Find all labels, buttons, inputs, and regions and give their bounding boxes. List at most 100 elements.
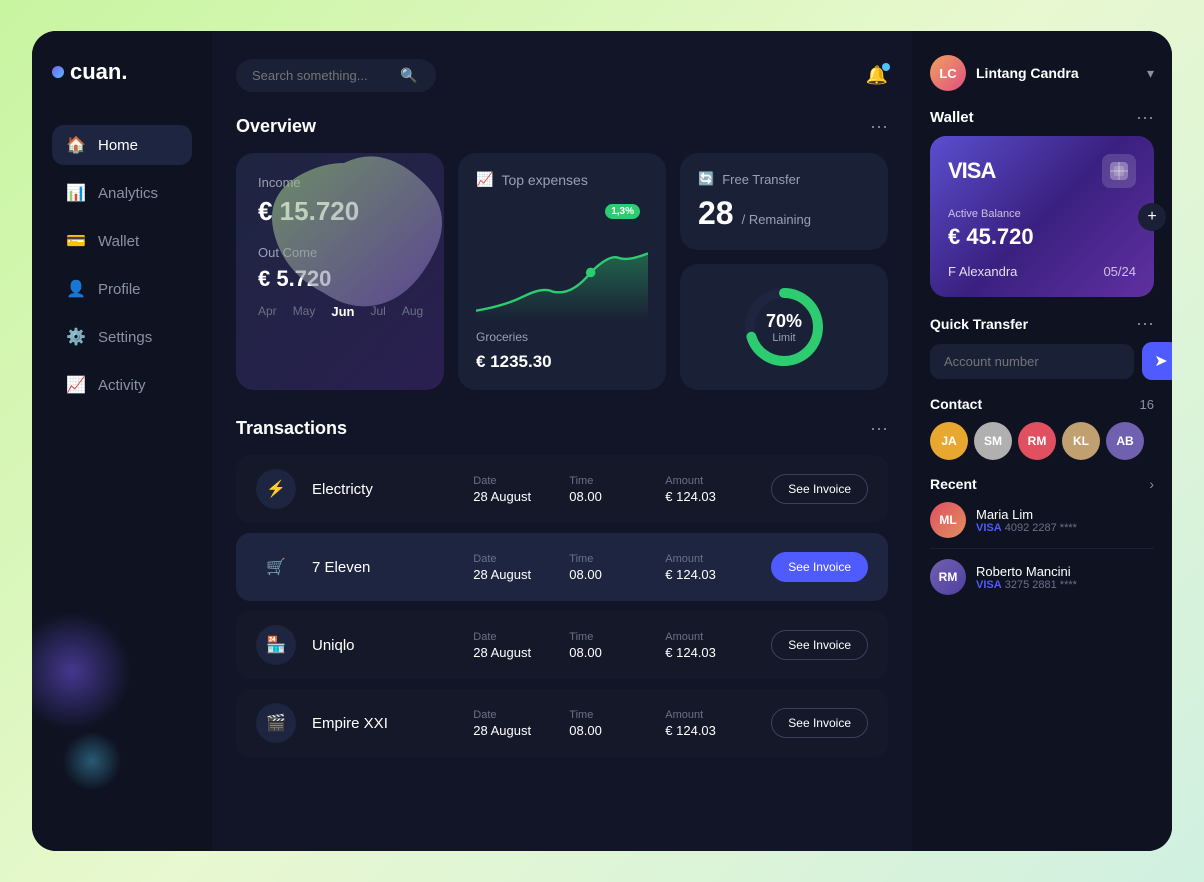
sidebar-item-label-activity: Activity <box>98 377 146 394</box>
contact-count: 16 <box>1140 397 1154 412</box>
sidebar-item-settings[interactable]: ⚙️ Settings <box>52 317 192 357</box>
notification-bell[interactable]: 🔔 <box>866 65 888 86</box>
invoice-btn-3[interactable]: See Invoice <box>771 630 868 660</box>
tx-name-uniqlo: Uniqlo <box>312 637 457 654</box>
tx-icon-empire: 🎬 <box>256 703 296 743</box>
account-number-input[interactable] <box>930 344 1134 379</box>
contact-avatar[interactable]: AB <box>1106 422 1144 460</box>
logo-text: cuan. <box>70 59 127 85</box>
credit-card: VISA Active Balance € 45.720 <box>930 136 1154 297</box>
recent-section: Recent › ML Maria Lim VISA 4092 2287 ***… <box>930 476 1154 605</box>
tx-icon-electricity: ⚡ <box>256 469 296 509</box>
groceries-amount: € 1235.30 <box>476 352 648 372</box>
recent-avatar: RM <box>930 559 966 595</box>
quick-transfer-input-row: ➤ <box>930 342 1154 380</box>
logo-dot <box>52 66 64 78</box>
overview-cards: Income € 15.720 Out Come € 5.720 Apr May… <box>236 153 888 390</box>
sidebar-item-activity[interactable]: 📈 Activity <box>52 365 192 405</box>
line-chart <box>476 242 648 322</box>
wallet-section: Wallet ··· VISA <box>930 107 1154 297</box>
transactions-section: Transactions ··· ⚡ Electricty Date 28 Au… <box>236 418 888 757</box>
contact-avatar[interactable]: SM <box>974 422 1012 460</box>
transaction-row: 🎬 Empire XXI Date 28 August Time 08.00 A… <box>236 689 888 757</box>
recent-info: Maria Lim VISA 4092 2287 **** <box>976 507 1077 534</box>
tx-time-4: Time 08.00 <box>569 709 649 738</box>
settings-icon: ⚙️ <box>66 327 86 347</box>
home-icon: 🏠 <box>66 135 86 155</box>
top-expenses-card: 📈 Top expenses 1,3% <box>458 153 666 390</box>
contact-title: Contact <box>930 396 982 412</box>
trending-icon: 📈 <box>476 171 493 188</box>
groceries-label: Groceries <box>476 330 648 344</box>
tx-name-empire: Empire XXI <box>312 715 457 732</box>
analytics-icon: 📊 <box>66 183 86 203</box>
recent-header: Recent › <box>930 476 1154 492</box>
recent-arrow-icon[interactable]: › <box>1149 476 1154 492</box>
transfer-sub: / Remaining <box>742 212 811 227</box>
card-footer: F Alexandra 05/24 <box>948 264 1136 279</box>
invoice-btn-4[interactable]: See Invoice <box>771 708 868 738</box>
tx-amount-1: Amount € 124.03 <box>665 475 755 504</box>
donut-chart: 70% Limit <box>739 282 829 372</box>
search-input[interactable] <box>252 68 392 83</box>
sidebar-item-label-analytics: Analytics <box>98 185 158 202</box>
tx-date-2: Date 28 August <box>473 553 553 582</box>
contact-section: Contact 16 JA SM RM KL AB <box>930 396 1154 460</box>
limit-card: 70% Limit <box>680 264 888 390</box>
tx-date-3: Date 28 August <box>473 631 553 660</box>
card-expiry: 05/24 <box>1103 264 1136 279</box>
wallet-menu[interactable]: ··· <box>1136 107 1154 128</box>
contact-avatar[interactable]: RM <box>1018 422 1056 460</box>
card-wrapper: VISA Active Balance € 45.720 <box>930 136 1154 297</box>
sidebar-item-analytics[interactable]: 📊 Analytics <box>52 173 192 213</box>
tx-time-3: Time 08.00 <box>569 631 649 660</box>
chip-icon <box>1108 160 1130 182</box>
sidebar-item-label-settings: Settings <box>98 329 152 346</box>
sidebar-item-label-profile: Profile <box>98 281 141 298</box>
send-button[interactable]: ➤ <box>1142 342 1172 380</box>
topbar: 🔍 🔔 <box>236 59 888 92</box>
limit-label: Limit <box>772 332 795 344</box>
chevron-down-icon: ▾ <box>1147 65 1154 82</box>
tx-date-1: Date 28 August <box>473 475 553 504</box>
contact-avatar[interactable]: KL <box>1062 422 1100 460</box>
user-name: Lintang Candra <box>976 65 1137 81</box>
recent-card-info: VISA 3275 2881 **** <box>976 579 1077 591</box>
recent-info: Roberto Mancini VISA 3275 2881 **** <box>976 564 1077 591</box>
sidebar-item-home[interactable]: 🏠 Home <box>52 125 192 165</box>
overview-menu[interactable]: ··· <box>870 116 888 137</box>
quick-transfer-section: Quick Transfer ··· ➤ <box>930 313 1154 380</box>
transfer-title: Free Transfer <box>722 172 800 187</box>
glow-decoration-2 <box>62 731 122 791</box>
contact-header: Contact 16 <box>930 396 1154 412</box>
sidebar-item-wallet[interactable]: 💳 Wallet <box>52 221 192 261</box>
tx-date-4: Date 28 August <box>473 709 553 738</box>
balance-label: Active Balance <box>948 208 1136 220</box>
quick-transfer-header: Quick Transfer ··· <box>930 313 1154 334</box>
recent-item: ML Maria Lim VISA 4092 2287 **** <box>930 492 1154 549</box>
profile-icon: 👤 <box>66 279 86 299</box>
right-panel: LC Lintang Candra ▾ Wallet ··· VISA <box>912 31 1172 851</box>
card-chip <box>1102 154 1136 188</box>
transactions-menu[interactable]: ··· <box>870 418 888 439</box>
chart-badge: 1,3% <box>605 204 640 219</box>
sidebar-item-profile[interactable]: 👤 Profile <box>52 269 192 309</box>
card-logo-row: VISA <box>948 154 1136 188</box>
invoice-btn-2[interactable]: See Invoice <box>771 552 868 582</box>
chart-area: 1,3% <box>476 196 648 322</box>
visa-logo: VISA <box>948 158 995 184</box>
recent-name: Roberto Mancini <box>976 564 1077 579</box>
sidebar-item-label-wallet: Wallet <box>98 233 139 250</box>
invoice-btn-1[interactable]: See Invoice <box>771 474 868 504</box>
wallet-header: Wallet ··· <box>930 107 1154 128</box>
user-row[interactable]: LC Lintang Candra ▾ <box>930 55 1154 91</box>
tx-name-7eleven: 7 Eleven <box>312 559 457 576</box>
tx-icon-uniqlo: 🏪 <box>256 625 296 665</box>
search-box[interactable]: 🔍 <box>236 59 436 92</box>
recent-item: RM Roberto Mancini VISA 3275 2881 **** <box>930 549 1154 605</box>
contact-avatar[interactable]: JA <box>930 422 968 460</box>
quick-transfer-menu[interactable]: ··· <box>1136 313 1154 334</box>
add-card-button[interactable]: + <box>1138 203 1166 231</box>
tx-name-electricity: Electricty <box>312 481 457 498</box>
logo: cuan. <box>52 59 192 85</box>
